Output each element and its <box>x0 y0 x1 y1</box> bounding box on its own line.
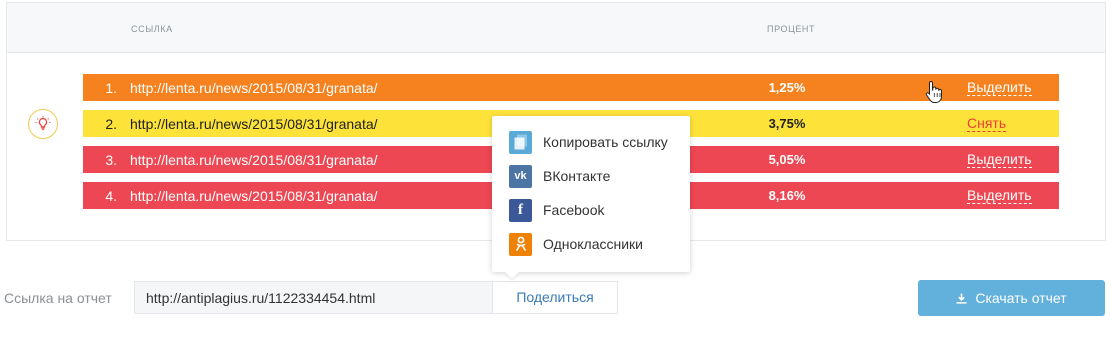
row-percent: 1,25% <box>768 80 806 95</box>
menu-item-vk[interactable]: vk ВКонтакте <box>509 164 610 188</box>
report-link-label: Ссылка на отчет <box>4 290 112 306</box>
highlight-link[interactable]: Выделить <box>967 79 1032 96</box>
report-link-field[interactable] <box>134 281 493 314</box>
row-percent: 5,05% <box>768 152 806 167</box>
hand-cursor-icon <box>925 80 945 109</box>
menu-item-odnoklassniki[interactable]: Одноклассники <box>509 232 643 256</box>
odnoklassniki-icon <box>509 232 532 256</box>
menu-item-label: Одноклассники <box>543 236 644 252</box>
row-number: 4. <box>105 187 117 204</box>
row-url: http://lenta.ru/news/2015/08/31/granata/ <box>130 79 378 96</box>
copy-icon <box>509 130 532 154</box>
menu-item-label: Копировать ссылку <box>543 134 668 150</box>
remove-highlight-link[interactable]: Снять <box>967 115 1007 132</box>
column-header-percent: ПРОЦЕНТ <box>767 24 816 34</box>
row-url: http://lenta.ru/news/2015/08/31/granata/ <box>130 115 378 132</box>
download-report-button[interactable]: Скачать отчет <box>918 280 1105 316</box>
row-percent: 8,16% <box>768 188 806 203</box>
table-header: ССЫЛКА ПРОЦЕНТ <box>7 3 1105 53</box>
highlight-link[interactable]: Выделить <box>967 151 1032 168</box>
row-number: 1. <box>105 79 117 96</box>
download-label: Скачать отчет <box>975 290 1067 306</box>
column-header-link: ССЫЛКА <box>131 24 173 34</box>
menu-item-facebook[interactable]: f Facebook <box>509 198 604 222</box>
facebook-icon: f <box>509 198 532 222</box>
row-number: 2. <box>105 115 117 132</box>
highlight-link[interactable]: Выделить <box>967 187 1032 204</box>
row-url: http://lenta.ru/news/2015/08/31/granata/ <box>130 151 378 168</box>
vk-icon: vk <box>509 164 532 188</box>
row-url: http://lenta.ru/news/2015/08/31/granata/ <box>130 187 378 204</box>
lightbulb-icon[interactable] <box>28 109 58 139</box>
table-row[interactable]: 1. http://lenta.ru/news/2015/08/31/grana… <box>83 74 1059 101</box>
share-button[interactable]: Поделиться <box>492 281 618 314</box>
menu-item-label: Facebook <box>543 202 605 218</box>
menu-item-copy-link[interactable]: Копировать ссылку <box>509 130 668 154</box>
share-dropdown: Копировать ссылку vk ВКонтакте f Faceboo… <box>492 116 690 272</box>
download-icon <box>956 293 967 304</box>
menu-item-label: ВКонтакте <box>543 168 611 184</box>
row-number: 3. <box>105 151 117 168</box>
row-percent: 3,75% <box>768 116 806 131</box>
